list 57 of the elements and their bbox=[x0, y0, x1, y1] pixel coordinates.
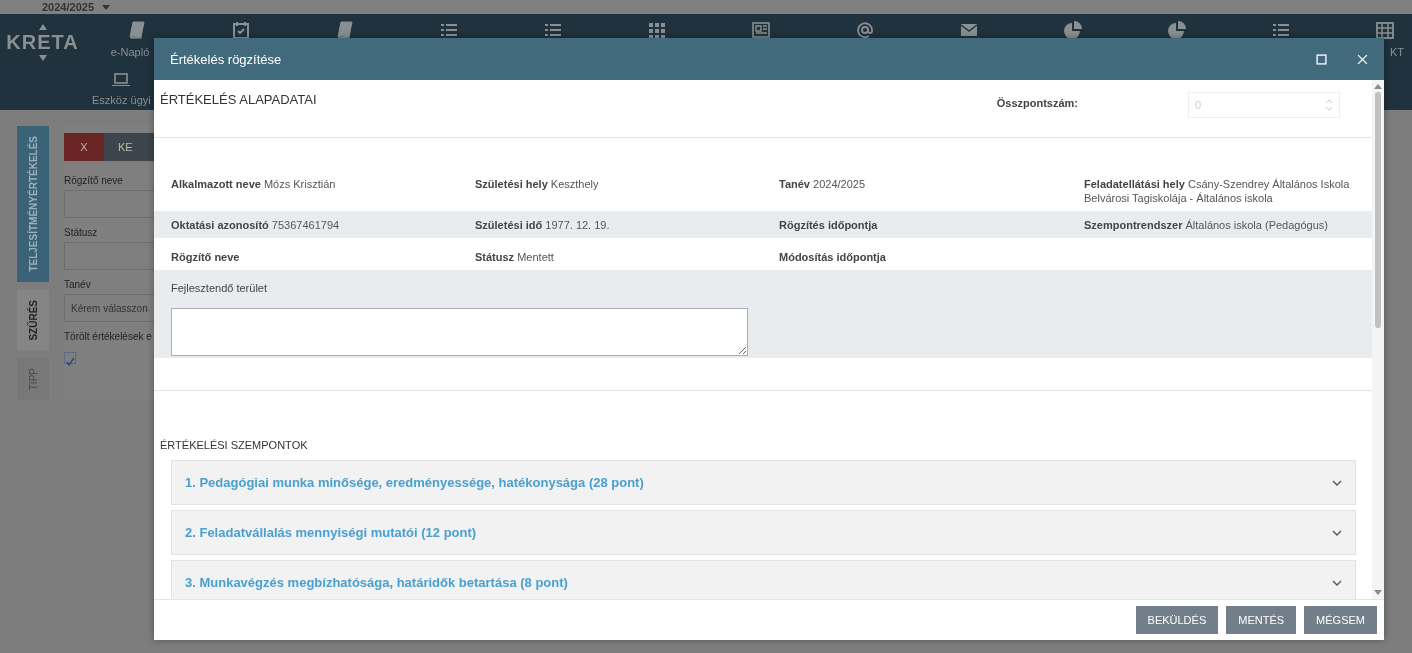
nav-label[interactable]: KT bbox=[1389, 46, 1405, 58]
field-label: Fejlesztendő terület bbox=[171, 282, 268, 294]
pie-chart-icon bbox=[1167, 20, 1187, 40]
field-label: Státusz bbox=[64, 227, 98, 238]
field-label: Tanév bbox=[64, 279, 91, 290]
calendar-check-icon bbox=[231, 20, 251, 40]
nav-label[interactable]: e-Napló bbox=[110, 46, 150, 58]
scroll-up-icon[interactable] bbox=[1374, 84, 1382, 89]
nav-label[interactable]: Eszköz ügyi bbox=[92, 94, 151, 106]
info-field: Születési hely Keszthely bbox=[475, 177, 779, 205]
info-field: Születési idő 1977. 12. 19. bbox=[475, 218, 779, 232]
dialog-title: Értékelés rögzítése bbox=[170, 51, 283, 67]
clear-button[interactable]: X bbox=[64, 133, 104, 161]
info-field: Alkalmazott neve Mózs Krisztián bbox=[171, 177, 475, 205]
checkbox[interactable] bbox=[64, 352, 76, 364]
grid-icon bbox=[647, 20, 667, 40]
pie-chart-icon bbox=[1063, 20, 1083, 40]
spinner-icon bbox=[1325, 98, 1333, 112]
close-icon[interactable] bbox=[1357, 53, 1368, 65]
total-points-label: Összpontszám: bbox=[996, 97, 1078, 109]
school-year-selector[interactable]: 2024/2025 bbox=[42, 1, 94, 13]
scroll-down-icon[interactable] bbox=[1374, 590, 1382, 595]
info-field: Szempontrendszer Általános iskola (Pedagógus) bbox=[1084, 218, 1372, 232]
maximize-icon[interactable] bbox=[1316, 53, 1327, 65]
side-tab[interactable]: TELJESÍTMÉNYÉRTÉKELÉS bbox=[17, 126, 49, 282]
accordion-header[interactable]: 2. Feladatvállalás mennyiségi mutatói (12 pont) bbox=[171, 510, 1356, 555]
dialog-button[interactable]: BEKÜLDÉS bbox=[1135, 606, 1219, 634]
scrollbar[interactable] bbox=[1372, 80, 1384, 599]
info-field: Rögzítés időpontja bbox=[779, 218, 1084, 232]
info-field: Tanév 2024/2025 bbox=[779, 177, 1084, 205]
caret-icon[interactable] bbox=[102, 4, 110, 10]
table-icon bbox=[1375, 20, 1395, 40]
info-field: Oktatási azonosító 75367461794 bbox=[171, 218, 475, 232]
info-field: Státusz Mentett bbox=[475, 250, 779, 264]
at-sign-icon bbox=[855, 20, 875, 40]
info-field: Feladatellátási hely Csány-Szendrey Általános Iskola Belvárosi Tagiskolája - Általános iskola bbox=[1084, 177, 1372, 205]
triangle-icon bbox=[38, 23, 47, 30]
triangle-icon bbox=[38, 54, 47, 61]
accordion-header[interactable]: 3. Munkavégzés megbízhatósága, határidők betartása (8 pont) bbox=[171, 560, 1356, 599]
info-field: Módosítás időpontja bbox=[779, 250, 1084, 264]
book-icon bbox=[127, 20, 147, 40]
logo[interactable]: KRETA bbox=[6, 30, 79, 54]
book-icon bbox=[335, 20, 355, 40]
section-title: ÉRTÉKELÉS ALAPADATAI bbox=[160, 92, 318, 107]
newspaper-icon bbox=[751, 20, 771, 40]
section-title: ÉRTÉKELÉSI SZEMPONTOK bbox=[160, 439, 309, 451]
chevron-icon bbox=[1332, 529, 1342, 536]
side-tab[interactable]: SZŰRÉS bbox=[17, 289, 49, 351]
dialog-button[interactable]: MÉGSEM bbox=[1304, 606, 1377, 634]
chevron-icon bbox=[1332, 479, 1342, 486]
info-field: Rögzítő neve bbox=[171, 250, 475, 264]
accordion-header[interactable]: 1. Pedagógiai munka minősége, eredményessége, hatékonysága (28 pont) bbox=[171, 460, 1356, 505]
field-label: Rögzítő neve bbox=[64, 175, 123, 186]
chevron-icon bbox=[1332, 579, 1342, 586]
dialog-button[interactable]: MENTÉS bbox=[1226, 606, 1297, 634]
checkbox-label: Törölt értékelések e bbox=[64, 331, 152, 342]
text-area[interactable] bbox=[171, 308, 748, 356]
